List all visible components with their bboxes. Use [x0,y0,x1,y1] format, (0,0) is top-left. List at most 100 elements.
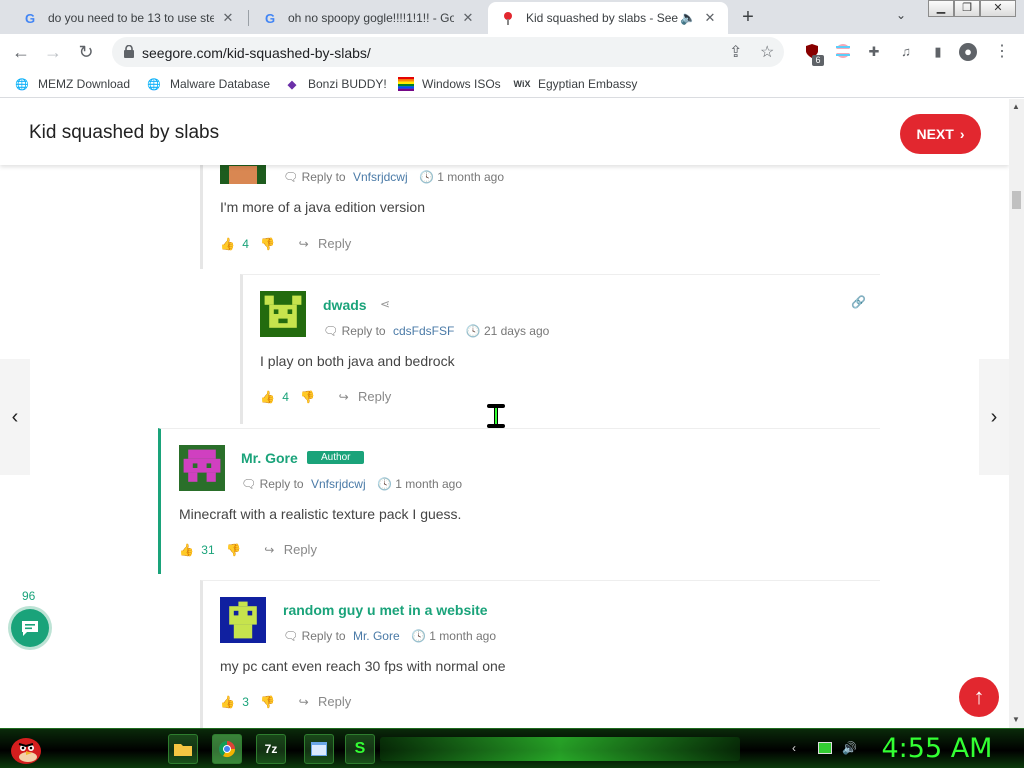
profile-avatar-icon[interactable]: ● [959,43,977,61]
tray-chevron-icon[interactable]: ‹ [792,741,796,755]
restore-button[interactable]: ❐ [954,0,980,17]
extensions-puzzle-icon[interactable]: ✚ [865,43,883,61]
bookmark-egyptian-embassy[interactable]: WiX Egyptian Embassy [514,76,638,92]
window-close-button[interactable]: ✕ [980,0,1016,17]
reply-button[interactable]: Reply [284,542,317,557]
comment-text: I play on both java and bedrock [260,353,455,369]
reply-to-link[interactable]: cdsFdsFSF [393,324,454,338]
thumbs-down-icon[interactable]: 👎 [260,237,275,251]
thumbs-up-icon[interactable]: 👍 [220,695,235,709]
thumbs-down-icon[interactable]: 👎 [260,695,275,709]
dollar-icon[interactable]: S [345,734,375,764]
globe-icon: 🌐 [147,78,161,91]
bookmark-windows-isos[interactable]: Windows ISOs [398,76,501,92]
like-count: 3 [242,695,249,709]
next-button[interactable]: NEXT › [900,114,981,154]
tab-search-icon[interactable]: ⌄ [896,8,906,22]
comment-actions: 👍 4 👎 ↪ Reply [220,236,351,251]
tab-seegore[interactable]: Kid squashed by slabs - See 🔈 ✕ [488,2,728,34]
address-bar[interactable]: seegore.com/kid-squashed-by-slabs/ ⇪ ☆ [112,37,784,67]
forward-arrow-icon[interactable]: → [42,41,64,63]
reply-to-link[interactable]: Mr. Gore [353,629,400,643]
chrome-icon[interactable] [212,734,242,764]
close-icon[interactable]: ✕ [702,10,718,26]
avatar [260,291,306,337]
page-scrollbar[interactable]: ▲ ▼ [1009,99,1024,728]
network-icon[interactable] [818,742,832,754]
7zip-icon[interactable]: 7z [256,734,286,764]
reply-to-link[interactable]: Vnfsrjdcwj [353,170,408,184]
new-tab-button[interactable]: + [737,6,759,28]
taskbar-clock[interactable]: 4:55 AM [872,733,1002,764]
bookmark-star-icon[interactable]: ☆ [760,42,774,62]
next-label: NEXT [916,126,954,142]
bookmark-label: Egyptian Embassy [538,77,638,91]
rainbow-flag-icon [398,76,414,92]
scroll-up-icon[interactable]: ▲ [1012,102,1020,111]
comment-author[interactable]: random guy u met in a website [283,602,488,618]
scroll-to-top-button[interactable]: ↑ [959,677,999,717]
arrow-up-icon: ↑ [973,684,985,709]
reply-button[interactable]: Reply [358,389,391,404]
bookmarks-bar: 🌐 MEMZ Download 🌐 Malware Database ◆ Bon… [0,70,1024,98]
link-icon[interactable]: 🔗 [851,295,866,309]
back-arrow-icon[interactable]: ← [10,41,32,63]
reply-to-link[interactable]: Vnfsrjdcwj [311,477,366,491]
like-count: 4 [242,237,249,251]
comment-meta: 🗨 Reply to Mr. Gore 🕓 1 month ago [283,629,496,643]
thumbs-up-icon[interactable]: 👍 [179,543,194,557]
share-icon[interactable]: ⇪ [729,42,742,62]
bookmark-malware-db[interactable]: 🌐 Malware Database [146,76,270,92]
reply-button[interactable]: Reply [318,236,351,251]
close-icon[interactable]: ✕ [460,10,476,26]
comment-author[interactable]: Mr. Gore [241,450,298,466]
comment-actions: 👍 31 👎 ↪ Reply [179,542,317,557]
scroll-down-icon[interactable]: ▼ [1012,715,1020,724]
tab-google-spoopy[interactable]: G oh no spoopy gogle!!!!1!1!! - Go ✕ [250,2,486,34]
bookmark-label: Bonzi BUDDY! [308,77,387,91]
comment-author[interactable]: dwads [323,297,367,313]
avatar [220,597,266,643]
menu-kebab-icon[interactable]: ⋮ [993,43,1011,61]
comment-author-highlighted: Mr. Gore Author 🗨 Reply to Vnfsrjdcwj 🕓 … [158,428,880,574]
comments-button[interactable] [11,609,49,647]
tab-title: do you need to be 13 to use stea [48,11,214,25]
minimize-button[interactable]: ▁ [928,0,954,17]
share-icon[interactable]: ⋖ [380,297,390,311]
next-post-arrow[interactable]: › [979,359,1009,475]
reply-icon: 🗨 [283,629,299,643]
folder-icon[interactable] [168,734,198,764]
start-button-angry-bird-icon[interactable] [6,731,46,767]
tab-separator [248,10,249,26]
chevron-right-icon: › [959,126,965,142]
window-icon[interactable] [304,734,334,764]
bookmark-bonzi[interactable]: ◆ Bonzi BUDDY! [284,76,387,92]
web-page: Kid squashed by slabs NEXT › 🗨 Reply to … [0,99,1009,728]
comment-actions: 👍 4 👎 ↪ Reply [260,389,391,404]
thumbs-down-icon[interactable]: 👎 [300,390,315,404]
comment: dwads ⋖ 🔗 🗨 Reply to cdsFdsFSF 🕓 21 days… [240,274,880,424]
audio-icon[interactable]: 🔈 [680,10,696,26]
globe-icon: 🌐 [15,78,29,91]
thumbs-up-icon[interactable]: 👍 [220,237,235,251]
clock-icon: 🕓 [376,477,392,491]
media-control-icon[interactable]: ♫ [897,43,915,61]
close-icon[interactable]: ✕ [220,10,236,26]
prev-post-arrow[interactable]: ‹ [0,359,30,475]
thumbs-up-icon[interactable]: 👍 [260,390,275,404]
tab-google-steam[interactable]: G do you need to be 13 to use stea ✕ [10,2,246,34]
bookmark-memz[interactable]: 🌐 MEMZ Download [14,76,130,92]
side-panel-icon[interactable]: ▮ [929,43,947,61]
scrollbar-thumb[interactable] [1012,191,1021,209]
thumbs-down-icon[interactable]: 👎 [226,543,241,557]
reply-button[interactable]: Reply [318,694,351,709]
reply-arrow-icon: ↪ [298,695,309,709]
reload-icon[interactable]: ↻ [75,41,97,63]
volume-icon[interactable]: 🔊 [842,741,857,755]
comment-actions: 👍 3 👎 ↪ Reply [220,694,351,709]
url-text: seegore.com/kid-squashed-by-slabs/ [142,45,371,61]
trans-flag-extension-icon[interactable] [834,43,852,61]
clock-icon: 🕓 [418,170,434,184]
tab-title: oh no spoopy gogle!!!!1!1!! - Go [288,11,454,25]
comment-meta: 🗨 Reply to Vnfsrjdcwj 🕓 1 month ago [283,170,504,184]
